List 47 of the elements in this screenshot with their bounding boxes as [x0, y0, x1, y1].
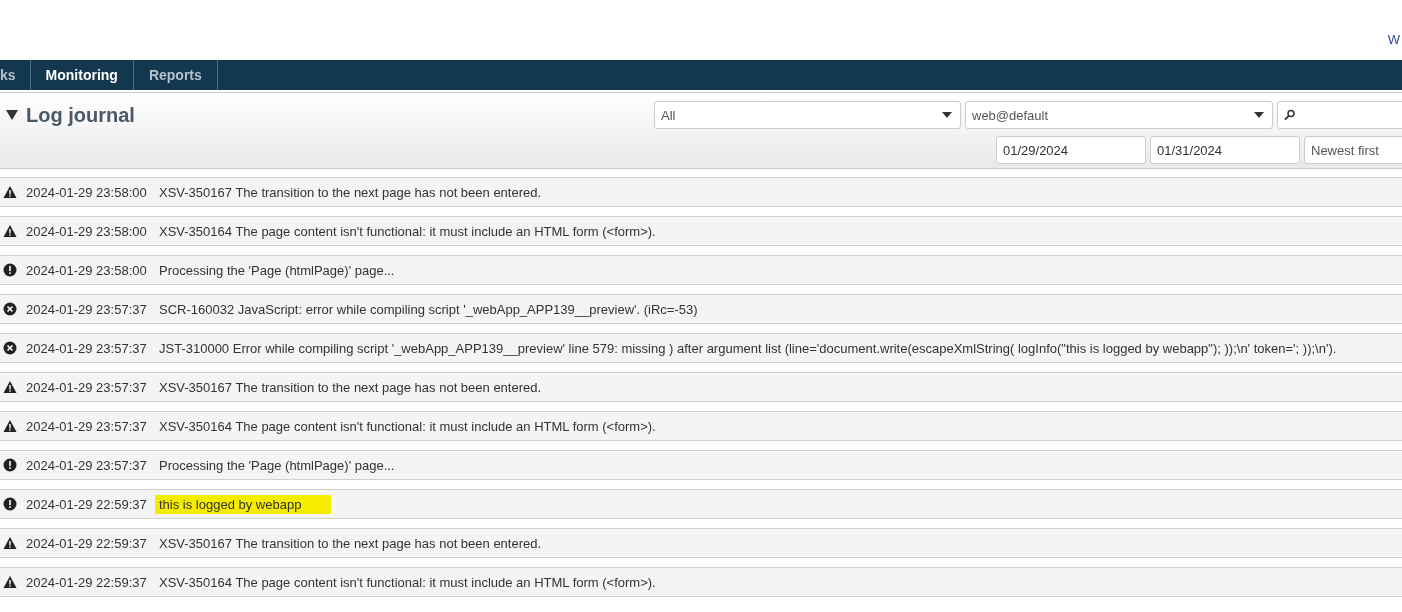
log-time: 2024-01-29 23:57:37	[26, 340, 148, 356]
caret-icon	[1254, 112, 1264, 118]
log-time: 2024-01-29 23:58:00	[26, 184, 148, 200]
top-link[interactable]: W	[1387, 32, 1400, 47]
error-icon	[3, 302, 17, 316]
account-select[interactable]: web@default	[965, 101, 1273, 129]
log-time: 2024-01-29 23:58:00	[26, 223, 148, 239]
log-time: 2024-01-29 22:59:37	[26, 496, 148, 512]
log-time: 2024-01-29 22:59:37	[26, 574, 148, 590]
warning-icon	[3, 224, 17, 238]
warning-icon	[3, 575, 17, 589]
log-message: XSV-350167 The transition to the next page has not been entered.	[158, 534, 543, 553]
collapse-caret-icon[interactable]	[6, 110, 18, 120]
caret-icon	[942, 112, 952, 118]
log-time: 2024-01-29 23:57:37	[26, 418, 148, 434]
log-time: 2024-01-29 23:57:37	[26, 301, 148, 317]
sort-select[interactable]: Newest first	[1304, 136, 1402, 164]
search-icon	[1284, 109, 1296, 121]
warning-icon	[3, 419, 17, 433]
log-message: Processing the 'Page (htmlPage)' page...	[158, 456, 396, 475]
info-icon	[3, 263, 17, 277]
nav-tab[interactable]: Reports	[133, 60, 218, 90]
nav-tab[interactable]: Monitoring	[30, 60, 134, 90]
log-time: 2024-01-29 22:59:37	[26, 535, 148, 551]
log-time: 2024-01-29 23:57:37	[26, 457, 148, 473]
log-message: XSV-350164 The page content isn't functional: it must include an HTML form (<form>).	[158, 573, 657, 592]
log-message: XSV-350167 The transition to the next page has not been entered.	[158, 183, 543, 202]
log-message: XSV-350164 The page content isn't functional: it must include an HTML form (<form>).	[158, 417, 657, 436]
info-icon	[3, 458, 17, 472]
info-icon	[3, 497, 17, 511]
log-message: this is logged by webapp	[155, 494, 332, 514]
nav-tab[interactable]: ks	[0, 60, 31, 90]
from-date-field[interactable]: 01/29/2024	[996, 136, 1146, 164]
warning-icon	[3, 380, 17, 394]
log-message: SCR-160032 JavaScript: error while compiling script '_webApp_APP139__preview'. (iRc=-53)	[158, 300, 699, 319]
log-time: 2024-01-29 23:58:00	[26, 262, 148, 278]
log-message: Processing the 'Page (htmlPage)' page...	[158, 261, 396, 280]
error-icon	[3, 341, 17, 355]
panel-title: Log journal	[26, 103, 135, 127]
to-date-field[interactable]: 01/31/2024	[1150, 136, 1300, 164]
log-message: XSV-350167 The transition to the next page has not been entered.	[158, 378, 543, 397]
level-select[interactable]: All	[654, 101, 961, 129]
log-message: XSV-350164 The page content isn't functional: it must include an HTML form (<form>).	[158, 222, 657, 241]
log-time: 2024-01-29 23:57:37	[26, 379, 148, 395]
warning-icon	[3, 185, 17, 199]
warning-icon	[3, 536, 17, 550]
log-message: JST-310000 Error while compiling script '_webApp_APP139__preview' line 579: missing ) after argument list (line='document.write(escapeXmlString( logInfo("this is logged by webapp"); ));\n' token='; ));\n').	[158, 339, 1338, 358]
